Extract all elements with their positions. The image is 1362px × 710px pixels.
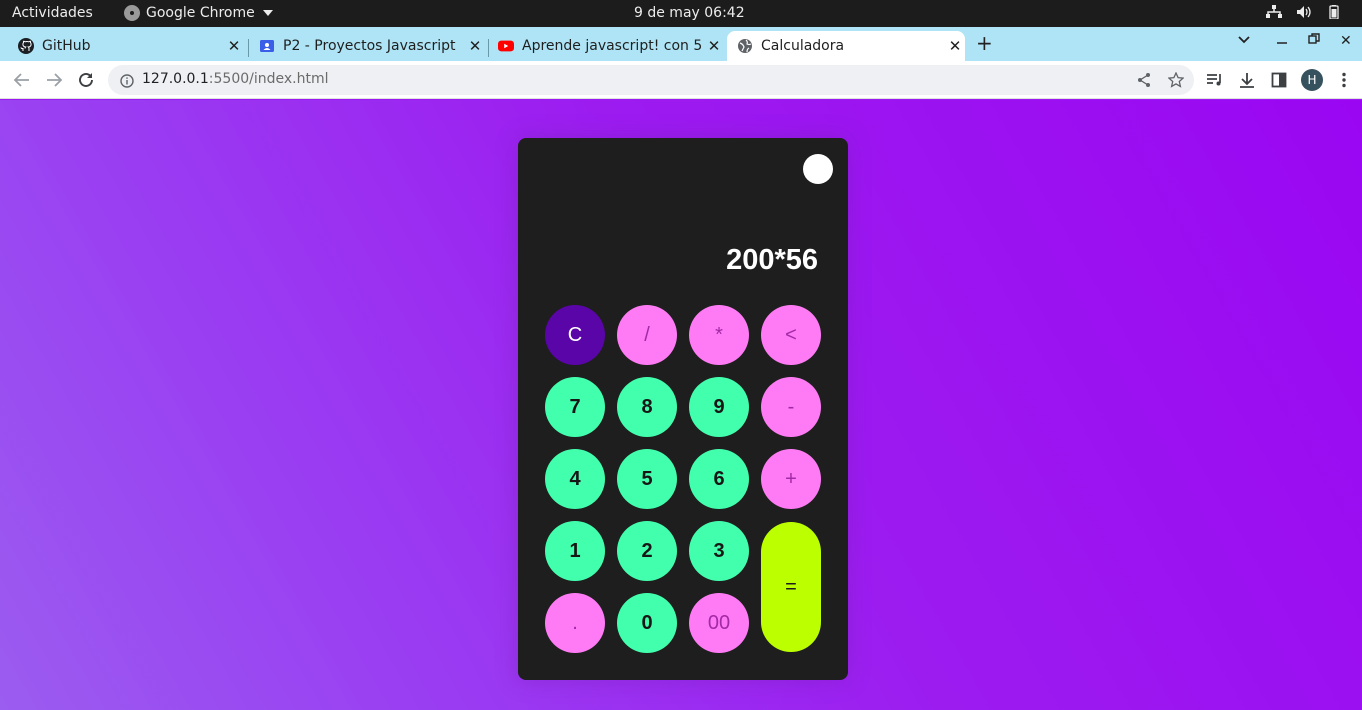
tab-youtube[interactable]: Aprende javascript! con 5 ✕ — [488, 31, 724, 61]
key-9[interactable]: 9 — [689, 377, 749, 437]
youtube-icon — [498, 38, 514, 54]
key-4[interactable]: 4 — [545, 449, 605, 509]
calculator-display: 200*56 — [726, 244, 818, 276]
url-path: :5500/index.html — [208, 71, 329, 87]
close-tab-icon[interactable]: ✕ — [704, 37, 724, 55]
close-tab-icon[interactable]: ✕ — [465, 37, 485, 55]
download-icon[interactable] — [1237, 70, 1257, 90]
clock[interactable]: 9 de may 06:42 — [634, 5, 745, 21]
key-3[interactable]: 3 — [689, 521, 749, 581]
side-panel-icon[interactable] — [1269, 70, 1289, 90]
url-host: 127.0.0.1 — [142, 71, 209, 87]
bookmark-star-icon[interactable] — [1167, 71, 1185, 92]
media-queue-icon[interactable] — [1205, 70, 1225, 90]
caret-down-icon — [262, 10, 273, 16]
theme-toggle-button[interactable] — [803, 154, 833, 184]
app-menu[interactable]: Google Chrome — [124, 5, 273, 21]
system-tray[interactable] — [1266, 5, 1342, 19]
key-1[interactable]: 1 — [545, 521, 605, 581]
tab-proyectos[interactable]: P2 - Proyectos Javascript ✕ — [249, 31, 485, 61]
close-tab-icon[interactable]: ✕ — [945, 37, 965, 55]
key-multiply[interactable]: * — [689, 305, 749, 365]
calculator: 200*56 C / * < 7 8 9 - 4 5 6 + 1 2 3 = .… — [518, 138, 848, 680]
tab-title: P2 - Proyectos Javascript — [283, 38, 456, 54]
site-info-icon[interactable] — [120, 73, 134, 92]
tab-title: GitHub — [42, 38, 91, 54]
tab-strip: GitHub ✕ P2 - Proyectos Javascript ✕ Apr… — [0, 27, 1362, 61]
key-8[interactable]: 8 — [617, 377, 677, 437]
key-minus[interactable]: - — [761, 377, 821, 437]
network-icon — [1266, 5, 1282, 19]
new-tab-icon[interactable]: + — [976, 31, 993, 55]
app-name: Google Chrome — [146, 5, 255, 21]
tab-title: Aprende javascript! con 5 — [522, 38, 703, 54]
restore-icon[interactable] — [1308, 33, 1320, 49]
key-clear[interactable]: C — [545, 305, 605, 365]
profile-avatar[interactable]: H — [1301, 69, 1323, 91]
key-decimal[interactable]: . — [545, 593, 605, 653]
key-divide[interactable]: / — [617, 305, 677, 365]
system-top-bar: Actividades Google Chrome 9 de may 06:42 — [0, 0, 1362, 27]
key-plus[interactable]: + — [761, 449, 821, 509]
tab-search-chevron-icon[interactable] — [1237, 33, 1251, 49]
key-6[interactable]: 6 — [689, 449, 749, 509]
tab-github[interactable]: GitHub ✕ — [8, 31, 244, 61]
key-double-zero[interactable]: 00 — [689, 593, 749, 653]
close-tab-icon[interactable]: ✕ — [224, 37, 244, 55]
battery-icon — [1326, 5, 1342, 19]
tab-calculadora[interactable]: Calculadora ✕ — [727, 31, 965, 61]
classroom-icon — [259, 38, 275, 54]
more-menu-icon[interactable] — [1334, 70, 1354, 90]
back-icon[interactable] — [11, 69, 33, 91]
key-2[interactable]: 2 — [617, 521, 677, 581]
key-backspace[interactable]: < — [761, 305, 821, 365]
url-text[interactable]: 127.0.0.1:5500/index.html — [142, 71, 329, 87]
close-window-icon[interactable]: ✕ — [1340, 33, 1352, 49]
forward-icon[interactable] — [43, 69, 65, 91]
share-icon[interactable] — [1136, 72, 1152, 92]
minimize-icon[interactable] — [1276, 33, 1288, 49]
reload-icon[interactable] — [75, 69, 97, 91]
key-5[interactable]: 5 — [617, 449, 677, 509]
volume-icon — [1296, 5, 1312, 19]
page-background: 200*56 C / * < 7 8 9 - 4 5 6 + 1 2 3 = .… — [0, 100, 1362, 710]
tab-title: Calculadora — [761, 38, 845, 54]
globe-icon — [737, 38, 753, 54]
key-equals[interactable]: = — [761, 522, 821, 652]
browser-toolbar: 127.0.0.1:5500/index.html — [0, 61, 1362, 99]
key-0[interactable]: 0 — [617, 593, 677, 653]
github-icon — [18, 38, 34, 54]
activities-button[interactable]: Actividades — [12, 5, 93, 21]
address-bar[interactable]: 127.0.0.1:5500/index.html — [108, 65, 1194, 95]
chrome-icon — [124, 5, 140, 21]
key-7[interactable]: 7 — [545, 377, 605, 437]
